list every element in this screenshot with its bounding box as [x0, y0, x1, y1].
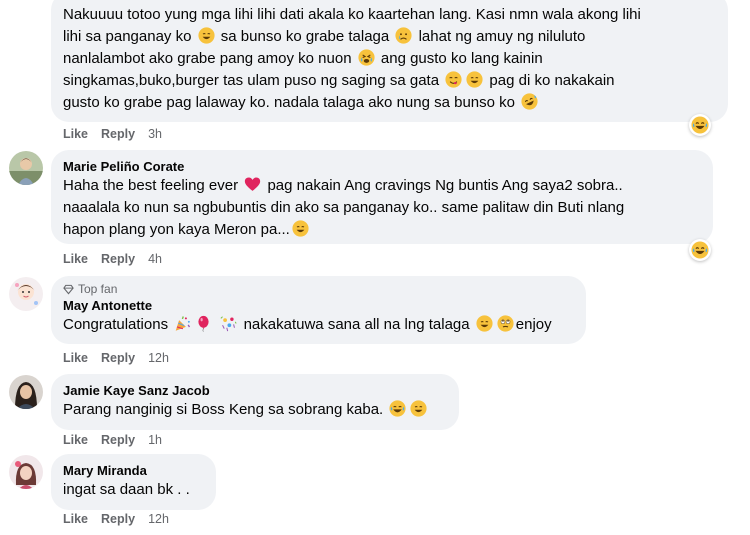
comment-5-actions: Like Reply 12h — [63, 512, 169, 526]
comment-5-like-button[interactable]: Like — [63, 512, 88, 526]
comment-5-bubble: Mary Miranda ingat sa daan bk . . — [51, 454, 216, 510]
comment-2-line-3: hapon plang yon kaya Meron pa... — [63, 219, 701, 241]
comment-1-reaction-haha[interactable] — [689, 114, 711, 136]
avatar-photo-icon — [9, 375, 43, 409]
top-fan-label: Top fan — [78, 282, 118, 296]
rofl-emoji-icon — [521, 93, 538, 110]
comment-2-reply-button[interactable]: Reply — [101, 252, 135, 266]
comment-3-avatar[interactable] — [9, 277, 43, 311]
comment-1-text-b: sa bunso ko grabe talaga — [220, 28, 390, 45]
comment-4-bubble: Jamie Kaye Sanz Jacob Parang nanginig si… — [51, 374, 459, 430]
comment-2-author[interactable]: Marie Peliño Corate — [63, 158, 701, 175]
comment-1-line-1: Nakuuuu totoo yung mga lihi lihi dati ak… — [63, 6, 641, 23]
comment-2-line-2: naaalala ko nun sa ngbubuntis din ako sa… — [63, 199, 625, 216]
comment-2-line-1: Haha the best feeling ever pag nakain An… — [63, 175, 701, 197]
eye-roll-emoji-icon — [497, 315, 514, 332]
confetti-emoji-icon — [220, 315, 237, 332]
comment-2-actions: Like Reply 4h — [63, 252, 162, 266]
comment-2-like-button[interactable]: Like — [63, 252, 88, 266]
joy-emoji-icon — [389, 400, 406, 417]
comment-2-bubble: Marie Peliño Corate Haha the best feelin… — [51, 150, 713, 244]
comment-3-text-c: enjoy — [515, 316, 552, 333]
comment-4-author[interactable]: Jamie Kaye Sanz Jacob — [63, 382, 447, 399]
comment-1-line-2: lihi sa panganay ko sa bunso ko grabe ta… — [63, 26, 716, 48]
comment-2-timestamp[interactable]: 4h — [148, 252, 162, 266]
comment-1-line-3: nanlalambot ako grabe pang amoy ko nuon … — [63, 48, 716, 70]
comment-1-text-a: lihi sa panganay ko — [63, 28, 192, 45]
comment-2-reaction-haha[interactable] — [689, 239, 711, 261]
comment-3-text-b: nakakatuwa sana all na lng talaga — [243, 316, 470, 333]
avatar-photo-icon — [9, 455, 43, 489]
balloon-emoji-icon — [195, 315, 212, 332]
comment-1-reply-button[interactable]: Reply — [101, 127, 135, 141]
haha-reaction-icon — [691, 241, 709, 259]
comment-5-line-1: ingat sa daan bk . . — [63, 481, 190, 498]
comment-1-timestamp[interactable]: 3h — [148, 127, 162, 141]
comment-3-reply-button[interactable]: Reply — [101, 351, 135, 365]
comment-3-timestamp[interactable]: 12h — [148, 351, 169, 365]
avatar-photo-icon — [9, 151, 43, 185]
comment-5-reply-button[interactable]: Reply — [101, 512, 135, 526]
comment-4-line-1: Parang nanginig si Boss Keng sa sobrang … — [63, 399, 447, 421]
comment-3-line-1: Congratulations nakakatuwa sana all na l… — [63, 314, 574, 336]
comment-1-text-g: pag di ko nakakain — [489, 72, 615, 89]
comment-3-author[interactable]: May Antonette — [63, 297, 574, 314]
party-popper-emoji-icon — [174, 315, 191, 332]
comment-4-avatar[interactable] — [9, 375, 43, 409]
smile-emoji-icon — [198, 27, 215, 44]
comment-1-text-e: ang gusto ko lang kainin — [380, 50, 543, 67]
comment-4-reply-button[interactable]: Reply — [101, 433, 135, 447]
comment-3-like-button[interactable]: Like — [63, 351, 88, 365]
comment-5-timestamp[interactable]: 12h — [148, 512, 169, 526]
comment-2-text-a: Haha the best feeling ever — [63, 177, 239, 194]
comment-5-author[interactable]: Mary Miranda — [63, 462, 204, 479]
heart-emoji-icon — [244, 176, 261, 193]
comment-1-actions: Like Reply 3h — [63, 127, 162, 141]
comment-1-text-h: gusto ko grabe pag lalaway ko. nadala ta… — [63, 94, 515, 111]
diamond-icon — [63, 284, 74, 295]
comment-2-avatar[interactable] — [9, 151, 43, 185]
comment-1-text-d: nanlalambot ako grabe pang amoy ko nuon — [63, 50, 352, 67]
haha-reaction-icon — [691, 116, 709, 134]
yum-emoji-icon — [445, 71, 462, 88]
comment-4-text-a: Parang nanginig si Boss Keng sa sobrang … — [63, 401, 384, 418]
top-fan-badge: Top fan — [63, 282, 574, 297]
comment-3-text-a: Congratulations — [63, 316, 169, 333]
weary-emoji-icon — [358, 49, 375, 66]
comment-1-text-c: lahat ng amuy ng niluluto — [418, 28, 586, 45]
grin-emoji-icon — [476, 315, 493, 332]
comment-4-timestamp[interactable]: 1h — [148, 433, 162, 447]
grin-emoji-icon — [410, 400, 427, 417]
comment-5-avatar[interactable] — [9, 455, 43, 489]
comment-3-bubble: Top fan May Antonette Congratulations na… — [51, 276, 586, 344]
comment-4-like-button[interactable]: Like — [63, 433, 88, 447]
grin-emoji-icon — [292, 220, 309, 237]
comment-1-like-button[interactable]: Like — [63, 127, 88, 141]
avatar-photo-icon — [9, 277, 43, 311]
comment-1-line-5: gusto ko grabe pag lalaway ko. nadala ta… — [63, 92, 716, 114]
comment-2-text-c: hapon plang yon kaya Meron pa... — [63, 221, 290, 238]
comment-1-line-4: singkamas,buko,burger tas ulam puso ng s… — [63, 70, 716, 92]
comment-1-bubble: Nakuuuu totoo yung mga lihi lihi dati ak… — [51, 0, 728, 122]
grin-emoji-icon — [466, 71, 483, 88]
comment-3-actions: Like Reply 12h — [63, 351, 169, 365]
comment-2-text-b: pag nakain Ang cravings Ng buntis Ang sa… — [267, 177, 623, 194]
comment-1-text-f: singkamas,buko,burger tas ulam puso ng s… — [63, 72, 440, 89]
crying-emoji-icon — [395, 27, 412, 44]
comment-4-actions: Like Reply 1h — [63, 433, 162, 447]
